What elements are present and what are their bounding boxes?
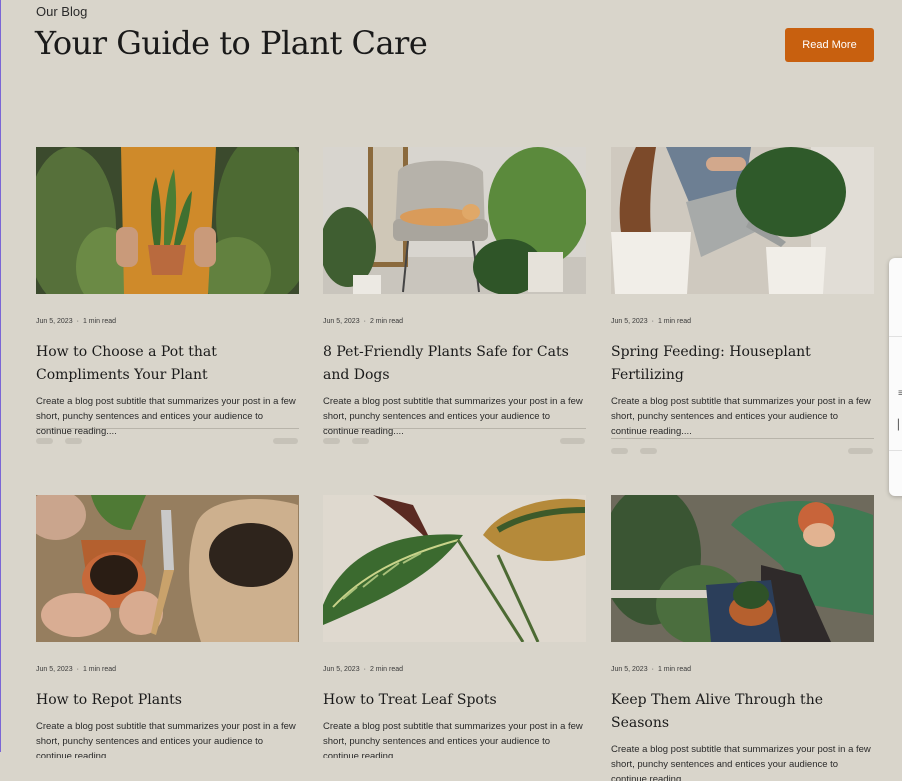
post-thumbnail[interactable]: [323, 147, 586, 294]
post-read-time: 1 min read: [82, 318, 117, 325]
views-placeholder: [36, 438, 53, 444]
post-excerpt: Create a blog post subtitle that summari…: [36, 396, 296, 436]
post-thumbnail[interactable]: [36, 495, 299, 642]
post-date: Jun 5, 2023: [36, 666, 73, 673]
comments-placeholder: [65, 438, 82, 444]
post-card-2[interactable]: Jun 5, 2023 · 2 min read 8 Pet-Friendly Pl…: [323, 147, 586, 448]
post-meta: Jun 5, 2023 · 1 min read: [36, 666, 117, 673]
post-meta: Jun 5, 2023 · 1 min read: [36, 318, 117, 325]
panel-divider: [889, 336, 902, 337]
views-placeholder: [611, 448, 628, 454]
post-card-5[interactable]: Jun 5, 2023 · 2 min read How to Treat Leaf…: [323, 495, 586, 758]
post-meta: Jun 5, 2023 · 1 min read: [611, 666, 692, 673]
post-card-3[interactable]: Jun 5, 2023 · 1 min read Spring Feeding: H…: [611, 147, 874, 458]
post-read-time: 2 min read: [369, 318, 404, 325]
post-meta: Jun 5, 2023 · 2 min read: [323, 666, 404, 673]
post-read-time: 1 min read: [657, 318, 692, 325]
post-date: Jun 5, 2023: [323, 318, 360, 325]
post-meta: Jun 5, 2023 · 2 min read: [323, 318, 404, 325]
post-title[interactable]: How to Choose a Pot that Compliments You…: [36, 341, 299, 387]
post-meta: Jun 5, 2023 · 1 min read: [611, 318, 692, 325]
floating-side-panel[interactable]: ≡ ▏: [889, 258, 902, 496]
post-excerpt: Create a blog post subtitle that summari…: [36, 721, 296, 758]
views-placeholder: [323, 438, 340, 444]
post-card-4[interactable]: Jun 5, 2023 · 1 min read How to Repot Plan…: [36, 495, 299, 758]
post-read-time: 1 min read: [657, 666, 692, 673]
post-stats: [611, 448, 874, 458]
post-excerpt: Create a blog post subtitle that summari…: [323, 396, 583, 436]
post-thumbnail[interactable]: [36, 147, 299, 294]
comments-placeholder: [352, 438, 369, 444]
post-read-time: 2 min read: [369, 666, 404, 673]
post-card-1[interactable]: Jun 5, 2023 · 1 min read How to Choose a P…: [36, 147, 299, 448]
post-title[interactable]: 8 Pet-Friendly Plants Safe for Cats and …: [323, 341, 586, 387]
post-stats: [36, 438, 299, 448]
post-title[interactable]: Keep Them Alive Through the Seasons: [611, 689, 874, 735]
comments-placeholder: [640, 448, 657, 454]
post-stats: [323, 438, 586, 448]
page-title: Your Guide to Plant Care: [35, 24, 428, 62]
post-thumbnail[interactable]: [611, 147, 874, 294]
panel-icon[interactable]: ▏: [898, 420, 902, 431]
panel-divider: [889, 450, 902, 451]
post-excerpt: Create a blog post subtitle that summari…: [323, 721, 583, 758]
post-excerpt: Create a blog post subtitle that summari…: [611, 396, 871, 437]
blog-eyebrow: Our Blog: [36, 4, 88, 19]
like-placeholder[interactable]: [848, 448, 873, 454]
post-date: Jun 5, 2023: [36, 318, 73, 325]
post-date: Jun 5, 2023: [611, 666, 648, 673]
post-title[interactable]: How to Treat Leaf Spots: [323, 689, 586, 712]
post-date: Jun 5, 2023: [611, 318, 648, 325]
post-title[interactable]: Spring Feeding: Houseplant Fertilizing: [611, 341, 874, 387]
post-read-time: 1 min read: [82, 666, 117, 673]
like-placeholder[interactable]: [560, 438, 585, 444]
menu-icon[interactable]: ≡: [898, 388, 902, 399]
like-placeholder[interactable]: [273, 438, 298, 444]
read-more-button[interactable]: Read More: [785, 28, 874, 62]
post-thumbnail[interactable]: [611, 495, 874, 642]
post-card-6[interactable]: Jun 5, 2023 · 1 min read Keep Them Alive T…: [611, 495, 874, 781]
post-date: Jun 5, 2023: [323, 666, 360, 673]
post-thumbnail[interactable]: [323, 495, 586, 642]
post-title[interactable]: How to Repot Plants: [36, 689, 299, 712]
post-excerpt: Create a blog post subtitle that summari…: [611, 744, 871, 781]
